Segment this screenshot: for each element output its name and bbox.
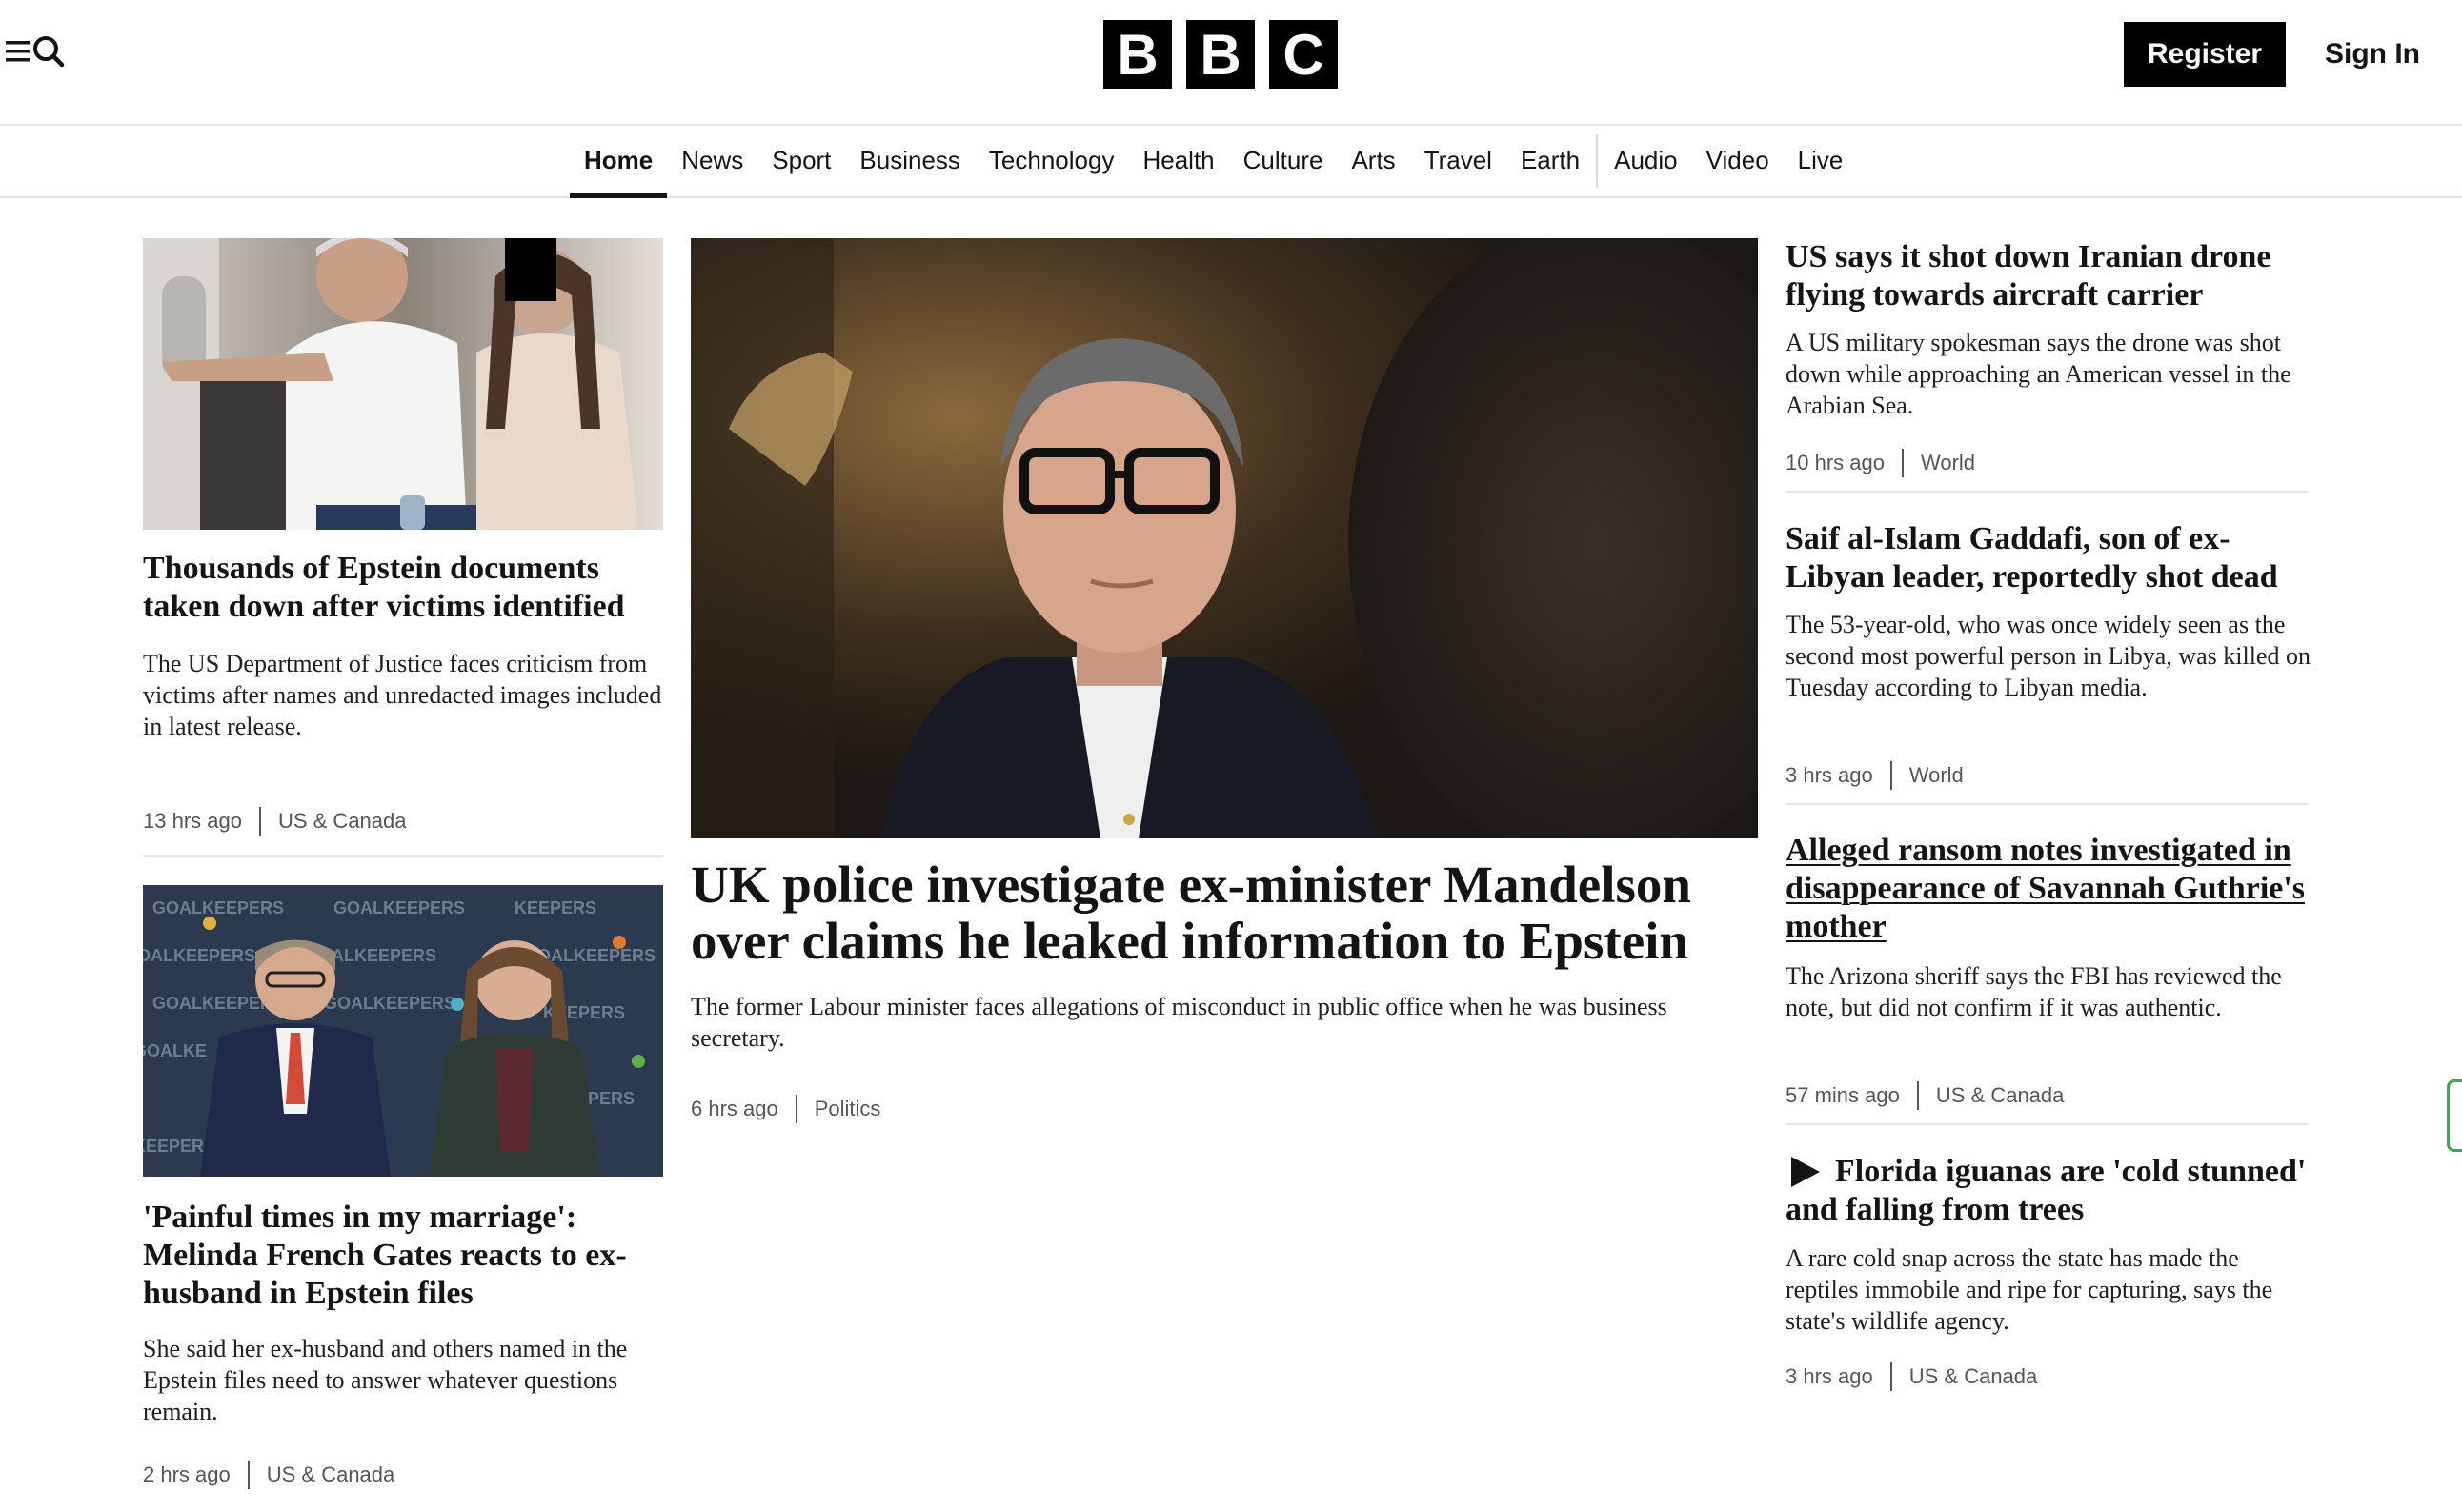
story-summary: The Arizona sheriff says the FBI has rev… bbox=[1786, 962, 2282, 1021]
svg-text:GOALKEEPERS: GOALKEEPERS bbox=[333, 898, 465, 917]
story-headline[interactable]: US says it shot down Iranian drone flyin… bbox=[1786, 238, 2311, 314]
site-header: B B C Register Sign In bbox=[0, 0, 2462, 126]
search-icon[interactable] bbox=[32, 34, 67, 69]
story-section-link[interactable]: US & Canada bbox=[1936, 1083, 2065, 1108]
story-summary: She said her ex-husband and others named… bbox=[143, 1335, 628, 1425]
nav-item-audio[interactable]: Audio bbox=[1600, 125, 1692, 196]
bbc-logo[interactable]: B B C bbox=[1103, 20, 1338, 89]
nav-item-sport[interactable]: Sport bbox=[757, 125, 845, 196]
story-divider bbox=[143, 855, 663, 857]
lead-story-summary: The former Labour minister faces allegat… bbox=[691, 993, 1667, 1052]
meta-divider bbox=[1889, 761, 1892, 790]
nav-item-technology[interactable]: Technology bbox=[975, 125, 1129, 196]
nav-item-culture[interactable]: Culture bbox=[1229, 125, 1338, 196]
meta-divider bbox=[1901, 449, 1904, 477]
story-video-headline[interactable]: Florida iguanas are 'cold stunned' and f… bbox=[1786, 1153, 2311, 1229]
story-meta: 2 hrs ago US & Canada bbox=[143, 1460, 394, 1490]
lead-story-image-mandelson[interactable] bbox=[691, 238, 1758, 838]
story-timestamp: 57 mins ago bbox=[1786, 1083, 1900, 1107]
nav-item-arts[interactable]: Arts bbox=[1337, 125, 1409, 196]
story-divider bbox=[1786, 803, 2308, 805]
story-section-link[interactable]: Politics bbox=[815, 1097, 881, 1121]
meta-divider bbox=[258, 807, 261, 836]
story-meta: 13 hrs ago US & Canada bbox=[143, 806, 407, 837]
story-meta: 57 mins ago US & Canada bbox=[1786, 1080, 2064, 1111]
menu-search-button[interactable] bbox=[6, 34, 67, 69]
story-timestamp: 3 hrs ago bbox=[1786, 1364, 1873, 1388]
story-headline[interactable]: Saif al-Islam Gaddafi, son of ex-Libyan … bbox=[1786, 520, 2311, 596]
lead-story-headline[interactable]: UK police investigate ex-minister Mandel… bbox=[691, 857, 1758, 969]
sign-in-link[interactable]: Sign In bbox=[2325, 22, 2420, 87]
nav-item-earth[interactable]: Earth bbox=[1506, 125, 1594, 196]
story-section-link[interactable]: US & Canada bbox=[1909, 1364, 2038, 1389]
lead-story-meta: 6 hrs ago Politics bbox=[691, 1094, 880, 1124]
story-timestamp: 2 hrs ago bbox=[143, 1462, 231, 1486]
story-summary: A US military spokesman says the drone w… bbox=[1786, 329, 2291, 419]
story-image-epstein-cabin[interactable] bbox=[143, 238, 663, 530]
story-summary: A rare cold snap across the state has ma… bbox=[1786, 1244, 2273, 1335]
story-timestamp: 3 hrs ago bbox=[1786, 763, 1873, 787]
nav-item-live[interactable]: Live bbox=[1784, 125, 1858, 196]
story-section-link[interactable]: US & Canada bbox=[267, 1462, 395, 1487]
hamburger-menu-icon[interactable] bbox=[6, 37, 34, 66]
story-image-gates-goalkeepers[interactable]: GOALKEEPERS GOALKEEPERS KEEPERS GOALKEEP… bbox=[143, 885, 663, 1177]
story-meta: 3 hrs ago World bbox=[1786, 760, 1964, 791]
feedback-tab[interactable] bbox=[2447, 1079, 2462, 1152]
story-section-link[interactable]: World bbox=[1909, 763, 1964, 788]
story-headline[interactable]: 'Painful times in my marriage': Melinda … bbox=[143, 1199, 665, 1313]
story-meta: 10 hrs ago World bbox=[1786, 448, 1975, 478]
nav-item-business[interactable]: Business bbox=[845, 125, 975, 196]
svg-text:GOALKEEPERS: GOALKEEPERS bbox=[143, 946, 255, 965]
nav-list: Home News Sport Business Technology Heal… bbox=[570, 125, 1858, 198]
story-headline[interactable]: Florida iguanas are 'cold stunned' and f… bbox=[1786, 1153, 2311, 1229]
meta-divider bbox=[795, 1095, 797, 1123]
nav-item-health[interactable]: Health bbox=[1128, 125, 1228, 196]
story-summary: The 53-year-old, who was once widely see… bbox=[1786, 611, 2311, 701]
svg-text:GOALKE: GOALKE bbox=[143, 1041, 207, 1060]
nav-item-home[interactable]: Home bbox=[570, 125, 668, 198]
story-headline-hovered[interactable]: Alleged ransom notes investigated in dis… bbox=[1786, 832, 2311, 946]
nav-divider bbox=[1596, 133, 1599, 188]
logo-letter-3: C bbox=[1269, 20, 1338, 89]
nav-item-travel[interactable]: Travel bbox=[1410, 125, 1506, 196]
primary-navigation: Home News Sport Business Technology Heal… bbox=[0, 125, 2462, 198]
nav-item-video[interactable]: Video bbox=[1692, 125, 1784, 196]
story-section-link[interactable]: World bbox=[1921, 451, 1975, 475]
svg-text:KEEPERS: KEEPERS bbox=[515, 898, 596, 917]
svg-text:GOALKEEPERS: GOALKEEPERS bbox=[152, 898, 284, 917]
story-divider bbox=[1786, 491, 2308, 493]
story-headline[interactable]: Thousands of Epstein documents taken dow… bbox=[143, 550, 665, 626]
meta-divider bbox=[247, 1461, 250, 1489]
story-timestamp: 6 hrs ago bbox=[691, 1097, 778, 1120]
logo-letter-2: B bbox=[1186, 20, 1255, 89]
meta-divider bbox=[1916, 1081, 1919, 1110]
meta-divider bbox=[1889, 1362, 1892, 1391]
register-button[interactable]: Register bbox=[2124, 22, 2286, 87]
story-divider bbox=[1786, 1123, 2308, 1125]
nav-item-news[interactable]: News bbox=[667, 125, 757, 196]
story-meta: 3 hrs ago US & Canada bbox=[1786, 1361, 2037, 1392]
logo-letter-1: B bbox=[1103, 20, 1172, 89]
story-section-link[interactable]: US & Canada bbox=[278, 809, 407, 834]
story-timestamp: 13 hrs ago bbox=[143, 809, 242, 833]
svg-text:GOALKEEPERS: GOALKEEPERS bbox=[324, 994, 455, 1013]
story-summary: The US Department of Justice faces criti… bbox=[143, 650, 662, 740]
story-timestamp: 10 hrs ago bbox=[1786, 451, 1885, 474]
